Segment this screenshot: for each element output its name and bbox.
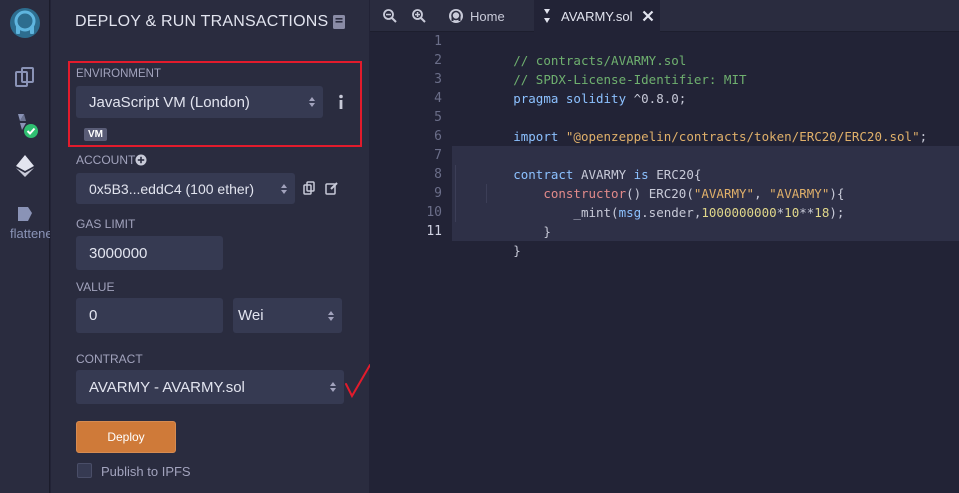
line-number-current: 11 <box>426 224 442 239</box>
code-line: _mint(msg.sender,1000000000*10**18); <box>513 205 845 220</box>
remix-ide: flattener DEPLOY & RUN TRANSACTIONS ENVI… <box>0 0 959 493</box>
edit-icon[interactable] <box>325 181 339 200</box>
chevron-updown-icon <box>330 382 336 392</box>
contract-value: AVARMY - AVARMY.sol <box>89 378 245 396</box>
red-checkmark-annotation <box>343 362 373 407</box>
tab-home-label: Home <box>470 8 505 24</box>
account-value: 0x5B3...eddC4 (100 ether) <box>89 180 254 197</box>
code-line: } <box>513 243 521 258</box>
publish-ipfs-label: Publish to IPFS <box>101 464 191 479</box>
solidity-file-icon <box>541 8 553 24</box>
flattener-icon[interactable] <box>0 204 50 224</box>
line-number: 5 <box>434 110 442 125</box>
line-number: 4 <box>434 91 442 106</box>
close-icon[interactable] <box>642 10 654 22</box>
gas-limit-input[interactable]: 3000000 <box>76 236 223 270</box>
home-tab-icon <box>448 8 464 24</box>
tab-home[interactable]: Home <box>439 0 533 32</box>
line-number: 3 <box>434 72 442 87</box>
flattener-label[interactable]: flattener <box>10 226 50 241</box>
code-line: pragma solidity ^0.8.0; <box>513 91 687 106</box>
code-line: contract AVARMY is ERC20{ <box>513 167 702 182</box>
file-explorer-icon[interactable] <box>0 64 50 90</box>
add-account-icon[interactable] <box>135 153 147 171</box>
code-line: // SPDX-License-Identifier: MIT <box>513 72 747 87</box>
line-number: 8 <box>434 167 442 182</box>
gas-limit-label: GAS LIMIT <box>76 217 136 231</box>
value-label: VALUE <box>76 280 115 294</box>
code-line: constructor() ERC20("AVARMY", "AVARMY"){ <box>543 186 845 201</box>
line-number: 10 <box>426 205 442 220</box>
panel-title: DEPLOY & RUN TRANSACTIONS <box>75 13 329 30</box>
environment-highlight-box <box>68 61 362 147</box>
solidity-compiler-icon[interactable] <box>0 110 50 140</box>
value-unit: Wei <box>238 307 264 324</box>
remix-logo-icon[interactable] <box>0 4 50 42</box>
editor-tabbar: Home AVARMY.sol <box>370 0 959 32</box>
deploy-run-icon[interactable] <box>0 153 50 179</box>
deploy-button[interactable]: Deploy <box>76 421 176 453</box>
contract-select[interactable]: AVARMY - AVARMY.sol <box>76 370 344 404</box>
code-line: import "@openzeppelin/contracts/token/ER… <box>513 129 928 144</box>
line-number: 9 <box>434 186 442 201</box>
value-unit-select[interactable]: Wei <box>233 298 342 333</box>
chevron-updown-icon <box>281 183 287 194</box>
line-number: 7 <box>434 148 442 163</box>
account-label: ACCOUNT <box>76 153 136 167</box>
contract-label: CONTRACT <box>76 352 143 366</box>
value-input[interactable]: 0 <box>76 298 223 333</box>
publish-ipfs-checkbox[interactable] <box>77 463 92 478</box>
chevron-updown-icon <box>328 310 334 321</box>
line-number: 6 <box>434 129 442 144</box>
tab-file-label: AVARMY.sol <box>561 8 633 24</box>
line-number: 1 <box>434 34 442 49</box>
zoom-out-icon[interactable] <box>383 9 397 28</box>
tab-avarmy-sol[interactable]: AVARMY.sol <box>534 0 660 32</box>
documentation-icon[interactable] <box>332 14 346 35</box>
zoom-in-icon[interactable] <box>412 9 426 28</box>
code-line: // contracts/AVARMY.sol <box>513 53 687 68</box>
copy-icon[interactable] <box>303 181 315 200</box>
deploy-run-panel: DEPLOY & RUN TRANSACTIONS ENVIRONMENT Ja… <box>51 0 371 493</box>
code-editor: Home AVARMY.sol 1 2 3 4 5 6 7 8 9 10 11 … <box>370 0 959 493</box>
line-number: 2 <box>434 53 442 68</box>
code-line: } <box>513 224 551 239</box>
icon-sidebar: flattener <box>0 0 50 493</box>
account-select[interactable]: 0x5B3...eddC4 (100 ether) <box>76 173 295 204</box>
